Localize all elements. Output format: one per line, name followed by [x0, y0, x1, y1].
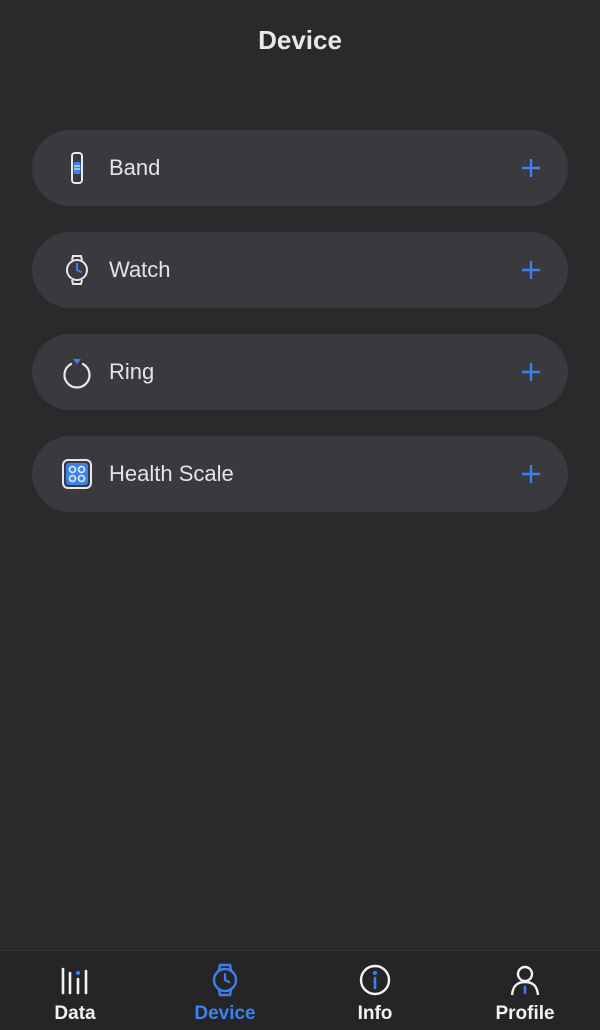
device-label-health-scale: Health Scale: [109, 461, 234, 486]
page-title: Device: [258, 24, 342, 55]
device-label-band: Band: [109, 155, 161, 180]
watch-icon: [60, 253, 94, 287]
watch-icon: [208, 963, 242, 997]
tab-label-device: Device: [194, 1003, 256, 1024]
tab-info[interactable]: Info: [300, 951, 450, 1030]
device-row-watch[interactable]: Watch: [32, 232, 568, 308]
ring-icon: [60, 355, 94, 389]
add-band-button[interactable]: [516, 153, 546, 183]
tab-label-info: Info: [357, 1003, 393, 1024]
tab-device[interactable]: Device: [150, 951, 300, 1030]
device-label-watch: Watch: [109, 257, 171, 282]
add-watch-button[interactable]: [516, 255, 546, 285]
device-screen: Device Band Watch Ring Health Scale Data…: [0, 0, 600, 1030]
add-health-scale-button[interactable]: [516, 459, 546, 489]
add-ring-button[interactable]: [516, 357, 546, 387]
plus-icon: [522, 261, 540, 279]
device-list: Band Watch Ring Health Scale: [32, 130, 568, 538]
plus-icon: [522, 159, 540, 177]
person-icon: [508, 963, 542, 997]
scale-icon: [60, 457, 94, 491]
tab-label-profile: Profile: [495, 1003, 555, 1024]
device-row-health-scale[interactable]: Health Scale: [32, 436, 568, 512]
tab-bar: Data Device Info Profile: [0, 950, 600, 1030]
band-icon: [60, 151, 94, 185]
plus-icon: [522, 465, 540, 483]
info-icon: [358, 963, 392, 997]
device-label-ring: Ring: [109, 359, 155, 384]
tab-label-data: Data: [54, 1003, 96, 1024]
device-row-band[interactable]: Band: [32, 130, 568, 206]
tab-data[interactable]: Data: [0, 951, 150, 1030]
bar-chart-icon: [58, 963, 92, 997]
tab-profile[interactable]: Profile: [450, 951, 600, 1030]
device-row-ring[interactable]: Ring: [32, 334, 568, 410]
plus-icon: [522, 363, 540, 381]
